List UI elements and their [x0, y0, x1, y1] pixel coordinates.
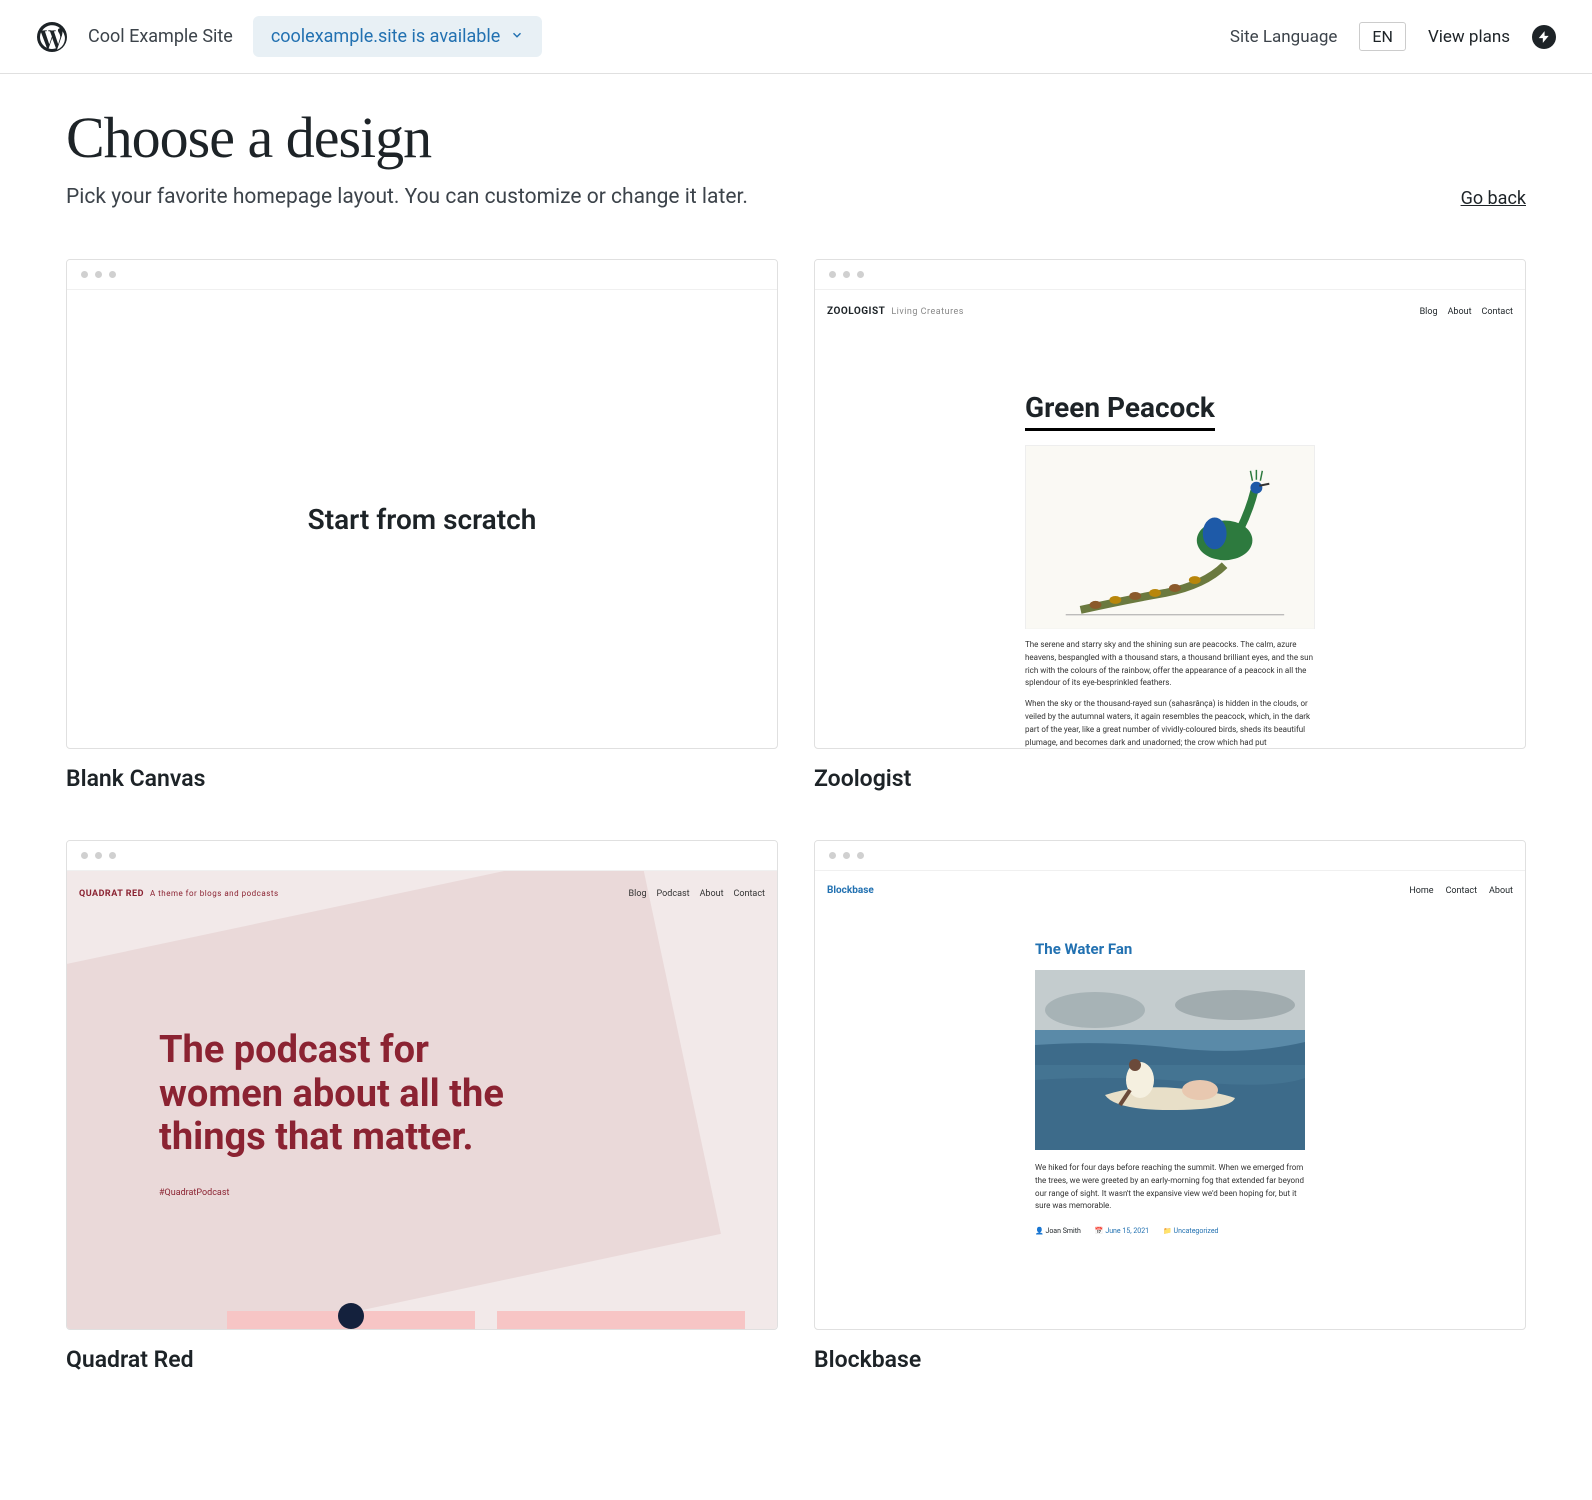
preview-para: The serene and starry sky and the shinin…	[1025, 639, 1315, 690]
preview-body: Start from scratch	[67, 290, 777, 748]
chevron-down-icon	[510, 26, 524, 47]
theme-name: Blockbase	[814, 1346, 1526, 1373]
theme-card-blockbase[interactable]: Blockbase HomeContactAbout The Water Fan	[814, 840, 1526, 1373]
go-back-link[interactable]: Go back	[1461, 188, 1526, 209]
preview-para: We hiked for four days before reaching t…	[1035, 1162, 1305, 1213]
domain-availability-button[interactable]: coolexample.site is available	[253, 16, 542, 57]
page-header: Choose a design Pick your favorite homep…	[66, 104, 1526, 209]
preview-nav: BlogPodcastAboutContact	[619, 889, 765, 899]
theme-card-blank-canvas[interactable]: Start from scratch Blank Canvas	[66, 259, 778, 792]
preview-para: When the sky or the thousand-rayed sun (…	[1025, 698, 1315, 748]
browser-chrome	[67, 841, 777, 871]
browser-chrome	[67, 260, 777, 290]
site-name: Cool Example Site	[88, 26, 233, 47]
theme-preview: Start from scratch	[66, 259, 778, 749]
preview-brand: ZOOLOGISTLiving Creatures	[827, 306, 964, 317]
scratch-text: Start from scratch	[308, 503, 537, 536]
theme-card-zoologist[interactable]: ZOOLOGISTLiving Creatures BlogAboutConta…	[814, 259, 1526, 792]
top-bar: Cool Example Site coolexample.site is av…	[0, 0, 1592, 74]
language-selector[interactable]: EN	[1359, 22, 1406, 51]
browser-chrome	[815, 260, 1525, 290]
bolt-icon[interactable]	[1532, 25, 1556, 49]
preview-body: Blockbase HomeContactAbout The Water Fan	[815, 871, 1525, 1329]
theme-preview: ZOOLOGISTLiving Creatures BlogAboutConta…	[814, 259, 1526, 749]
domain-status-text: coolexample.site is available	[271, 26, 500, 47]
theme-grid: Start from scratch Blank Canvas ZOOLOGIS…	[66, 259, 1526, 1373]
preview-nav: HomeContactAbout	[1397, 885, 1513, 896]
preview-article-title: The Water Fan	[1035, 940, 1305, 958]
page-subtitle: Pick your favorite homepage layout. You …	[66, 185, 748, 209]
topbar-right: Site Language EN View plans	[1230, 22, 1556, 51]
theme-name: Blank Canvas	[66, 765, 778, 792]
preview-brand: QUADRAT REDA theme for blogs and podcast…	[79, 889, 279, 899]
theme-name: Quadrat Red	[66, 1346, 778, 1373]
preview-body: QUADRAT REDA theme for blogs and podcast…	[67, 871, 777, 1329]
theme-preview: QUADRAT REDA theme for blogs and podcast…	[66, 840, 778, 1330]
theme-card-quadrat-red[interactable]: QUADRAT REDA theme for blogs and podcast…	[66, 840, 778, 1373]
preview-image-peacock	[1025, 445, 1315, 629]
preview-episode-blocks	[227, 1311, 745, 1329]
browser-chrome	[815, 841, 1525, 871]
preview-hashtag: #QuadratPodcast	[159, 1188, 559, 1198]
preview-nav: BlogAboutContact	[1410, 306, 1513, 317]
theme-name: Zoologist	[814, 765, 1526, 792]
wordpress-logo-icon[interactable]	[36, 21, 68, 53]
preview-body: ZOOLOGISTLiving Creatures BlogAboutConta…	[815, 290, 1525, 748]
preview-article-title: Green Peacock	[1025, 391, 1215, 431]
view-plans-link[interactable]: View plans	[1428, 27, 1510, 47]
preview-image-boat	[1035, 970, 1305, 1150]
theme-preview: Blockbase HomeContactAbout The Water Fan	[814, 840, 1526, 1330]
main-content: Choose a design Pick your favorite homep…	[0, 74, 1592, 1433]
preview-meta: 👤 Joan Smith 📅 June 15, 2021 📁 Uncategor…	[1035, 1227, 1305, 1235]
topbar-left: Cool Example Site coolexample.site is av…	[36, 16, 1230, 57]
site-language-label: Site Language	[1230, 27, 1338, 47]
preview-brand: Blockbase	[827, 885, 874, 896]
preview-hero-title: The podcast for women about all the thin…	[159, 1029, 559, 1160]
page-title: Choose a design	[66, 104, 748, 171]
